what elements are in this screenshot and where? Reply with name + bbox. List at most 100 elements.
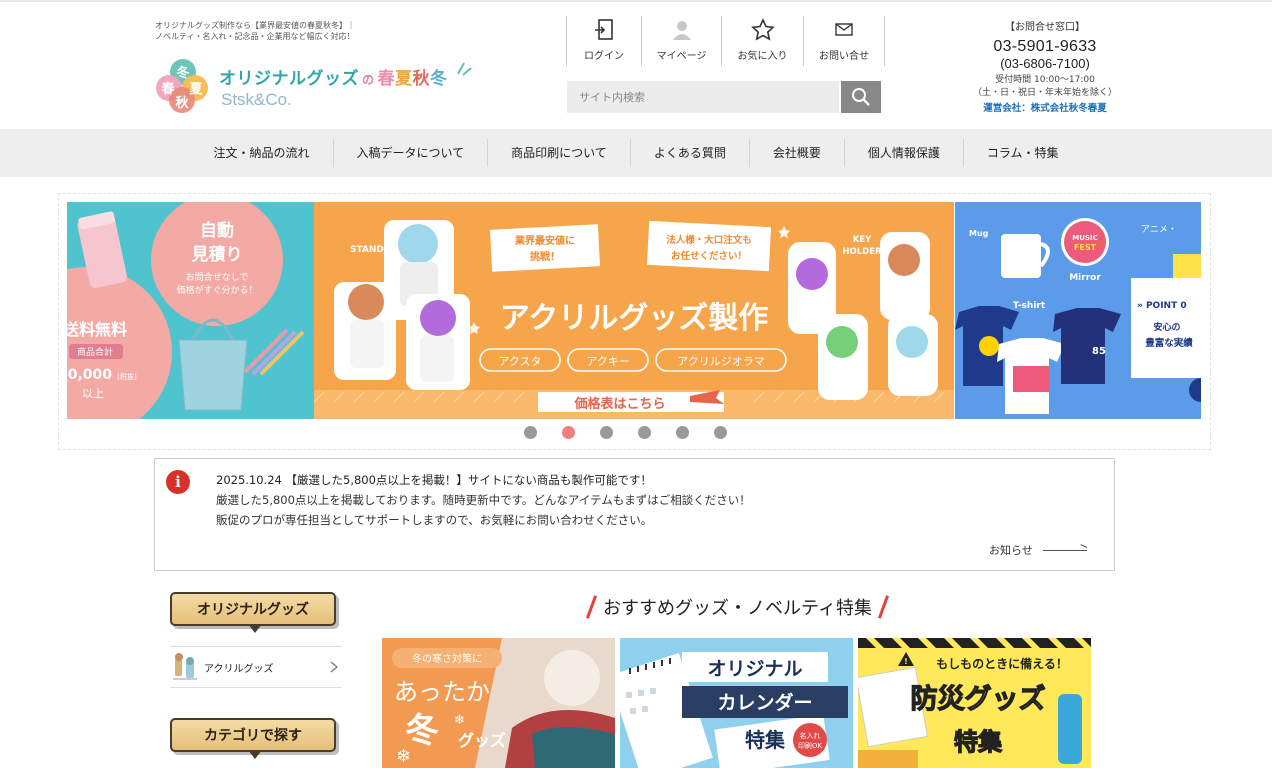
news-headline[interactable]: 2025.10.24 【厳選した5,800点以上を掲載！】サイトにない商品も製作… [216, 472, 652, 488]
slide-tag: アクリルジオラマ [677, 355, 764, 368]
bubble-text: 業界最安値に [514, 234, 575, 247]
banner-disaster-art: ! もしものときに備える！ 防災グッズ 特集 [858, 638, 1091, 768]
news-more-link[interactable]: お知らせ [989, 542, 1087, 558]
account-nav: ログイン マイページ お気に入り お問い合せ [566, 16, 885, 66]
sidebar-heading-category: カテゴリで探す [170, 718, 342, 759]
relief-label: 安心の [1153, 321, 1180, 333]
info-icon: i [166, 470, 190, 494]
favorites-label: お気に入り [737, 51, 788, 62]
logo-wordmark: オリジナルグッズの春夏秋冬 [219, 64, 448, 89]
estimate-sub: お問合せなしで [186, 271, 249, 283]
banner-text: もしものときに備える！ [936, 656, 1068, 671]
slider-dots [524, 426, 727, 439]
slider-dot[interactable] [714, 426, 727, 439]
search-icon [852, 88, 870, 106]
slider-dot[interactable] [638, 426, 651, 439]
bubble-text: お任せください！ [671, 250, 747, 262]
logo-badge-char: 夏 [188, 82, 203, 97]
banner-text: 冬 [405, 711, 439, 751]
bubble-text: 挑戦！ [530, 250, 560, 263]
banner-text: あったか [394, 678, 490, 706]
mypage-link[interactable]: マイページ [642, 16, 722, 66]
fest-label: FEST [1074, 243, 1097, 252]
banner-text: 防災グッズ [911, 683, 1046, 715]
logo-season: 秋 [412, 69, 431, 89]
heading-tail [248, 750, 262, 759]
logo-season: 夏 [395, 69, 413, 89]
contact-days: （土・日・祝日・年末年始を除く） [972, 88, 1117, 98]
sidebar-heading-label: オリジナルグッズ [170, 592, 336, 626]
search-button[interactable] [841, 81, 881, 113]
price-list-link: 価格表はこちら [573, 396, 665, 412]
slash-decoration [586, 595, 598, 619]
jersey-number: 85 [1092, 346, 1106, 357]
sidebar-item-acrylic-goods[interactable]: アクリルグッズ [170, 646, 342, 688]
site-logo[interactable]: 冬 春 夏 秋 オリジナルグッズの春夏秋冬 Stsk&Co. [155, 58, 475, 114]
banner-text: カレンダー [717, 691, 812, 714]
nav-item-printing[interactable]: 商品印刷について [488, 139, 631, 167]
star-icon [750, 18, 775, 42]
nav-item-company[interactable]: 会社概要 [750, 139, 845, 167]
banner-badge: 名入れ [800, 731, 821, 740]
banner-winter-art: 冬の寒さ対策に あったか 冬 グッズ ❄ ❄ [382, 638, 615, 768]
slide-acrylic-art: STAND 業界最安値に 挑戦！ 法人様・大口注文も お任せください！ アクリル… [314, 202, 954, 419]
svg-text:!: ! [904, 657, 908, 666]
logo-badge-char: 春 [160, 81, 175, 97]
banner-calendar[interactable]: オリジナル カレンダー 特集 名入れ 印刷OK [620, 638, 853, 768]
tshirt-label: T-shirt [1013, 301, 1046, 311]
contact-hours: 受付時間 10:00〜17:00 [995, 75, 1095, 85]
stand-label: STAND [350, 245, 384, 255]
favorites-link[interactable]: お気に入り [722, 16, 804, 66]
keyholder-label: HOLDER [842, 247, 882, 257]
slide-estimate-art: 自動 見積り お問合せなしで 価格がすぐ分かる！ 送料無料 商品合計 40,00… [67, 202, 314, 419]
operator-link[interactable]: 運営会社：株式会社秋冬春夏 [950, 100, 1140, 114]
user-icon [672, 18, 692, 42]
free-threshold: 40,000 [67, 367, 112, 383]
news-box: i 2025.10.24 【厳選した5,800点以上を掲載！】サイトにない商品も… [154, 458, 1115, 571]
banner-badge: 印刷OK [798, 742, 823, 750]
slide-estimate[interactable]: 自動 見積り お問合せなしで 価格がすぐ分かる！ 送料無料 商品合計 40,00… [67, 202, 314, 419]
banner-disaster-goods[interactable]: ! もしものときに備える！ 防災グッズ 特集 [858, 638, 1091, 768]
slide-tag: アクキー [586, 355, 629, 368]
contact-title: 【お問合せ窓口】 [1005, 22, 1085, 33]
above-label: 以上 [82, 387, 104, 400]
estimate-title: 自動 [200, 220, 234, 241]
slide-acrylic[interactable]: STAND 業界最安値に 挑戦！ 法人様・大口注文も お任せください！ アクリル… [314, 202, 954, 419]
login-link[interactable]: ログイン [566, 16, 642, 66]
slider-dot[interactable] [676, 426, 689, 439]
slide-merch[interactable]: Mug MUSIC FEST Mirror アニメ・ T-shirt 85 » … [955, 202, 1201, 419]
nav-item-column[interactable]: コラム・特集 [964, 139, 1082, 167]
main-nav: 注文・納品の流れ 入稿データについて 商品印刷について よくある質問 会社概要 … [0, 129, 1272, 177]
heading-tail [248, 624, 262, 633]
nav-item-order-flow[interactable]: 注文・納品の流れ [190, 139, 334, 167]
logo-badge-char: 冬 [176, 65, 189, 81]
logo-subtext: Stsk&Co. [221, 90, 292, 109]
mug-label: Mug [969, 229, 989, 238]
login-icon [594, 18, 614, 42]
nav-item-faq[interactable]: よくある質問 [631, 139, 750, 167]
logo-season: 冬 [430, 69, 448, 89]
search-input[interactable] [567, 81, 839, 113]
contact-block: 【お問合せ窓口】 03-5901-9633 (03-6806-7100) 受付時… [950, 18, 1140, 114]
banner-text: 冬の寒さ対策に [412, 652, 482, 665]
nav-item-data-submission[interactable]: 入稿データについて [334, 139, 489, 167]
logo-connector: の [362, 73, 375, 87]
contact-link[interactable]: お問い合せ [804, 16, 885, 66]
contact-phone-alt[interactable]: (03-6806-7100) [950, 56, 1140, 71]
slider-dot-active[interactable] [562, 426, 575, 439]
slash-decoration [877, 595, 889, 619]
slider-dot[interactable] [524, 426, 537, 439]
nav-item-privacy[interactable]: 個人情報保護 [845, 139, 964, 167]
slide-merch-art: Mug MUSIC FEST Mirror アニメ・ T-shirt 85 » … [955, 202, 1201, 419]
total-label: 商品合計 [77, 346, 113, 358]
slider-dot[interactable] [600, 426, 613, 439]
contact-phone[interactable]: 03-5901-9633 [950, 38, 1140, 56]
sidebar-heading-original-goods: オリジナルグッズ [170, 592, 342, 633]
anime-label: アニメ・ [1141, 225, 1177, 235]
mirror-label: Mirror [1069, 273, 1101, 283]
snowflake-icon: ❄ [396, 746, 411, 767]
contact-label: お問い合せ [819, 51, 869, 62]
snowflake-icon: ❄ [454, 713, 465, 728]
banner-winter-goods[interactable]: 冬の寒さ対策に あったか 冬 グッズ ❄ ❄ [382, 638, 615, 768]
banner-text: グッズ [458, 731, 506, 750]
